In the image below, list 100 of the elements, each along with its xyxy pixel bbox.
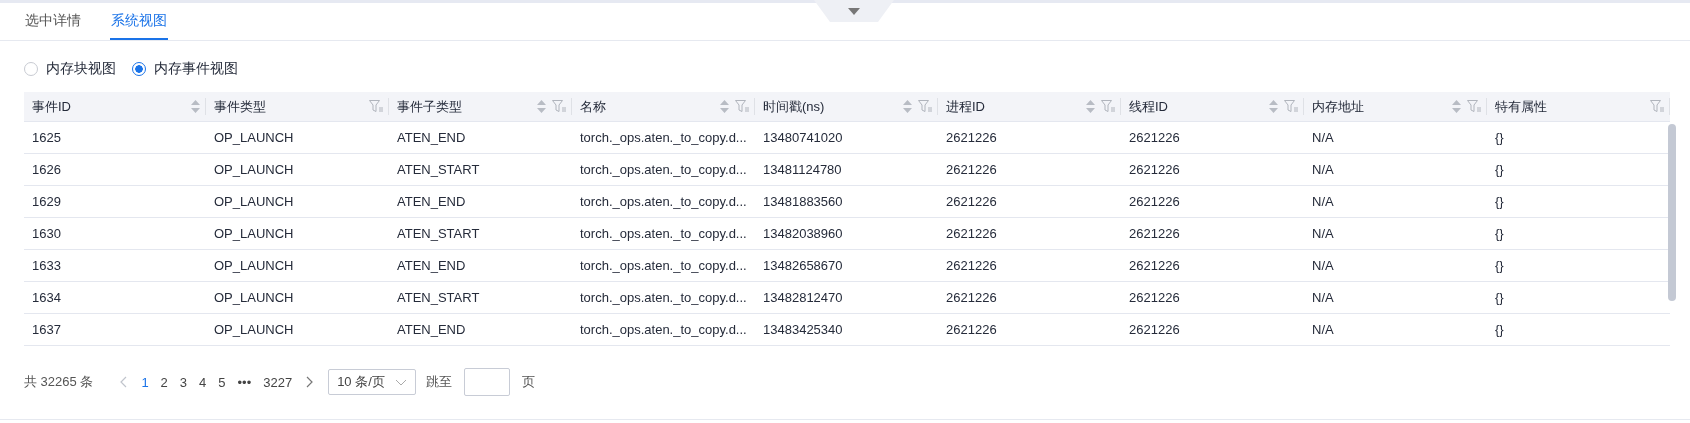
column-header[interactable]: 事件子类型	[397, 97, 537, 116]
table-cell-text: torch._ops.aten._to_copy.d...	[579, 290, 748, 305]
table-cell-text: ATEN_END	[396, 322, 467, 337]
filter-icon[interactable]	[735, 100, 749, 113]
page-link[interactable]: 3	[173, 374, 194, 390]
total-count: 共 32265 条	[24, 373, 94, 391]
sort-icon[interactable]	[1269, 100, 1278, 113]
page-link[interactable]: 3227	[257, 374, 299, 390]
table-cell-text: 2621226	[945, 258, 998, 273]
table-cell-text: N/A	[1311, 194, 1335, 209]
page-link[interactable]: 1	[135, 374, 155, 390]
table-cell-text: 2621226	[945, 162, 998, 177]
table-cell-text: 13481124780	[762, 162, 843, 177]
page-link[interactable]: 5	[212, 374, 232, 390]
column-header[interactable]: 线程ID	[1129, 97, 1269, 116]
table-cell-text: {}	[1494, 322, 1505, 337]
previous-page-icon[interactable]	[119, 376, 128, 388]
sort-icon[interactable]	[1086, 100, 1095, 113]
filter-icon[interactable]	[552, 100, 566, 113]
table-cell-text: torch._ops.aten._to_copy.d...	[579, 322, 748, 337]
radio-option[interactable]: 内存事件视图	[132, 60, 238, 78]
column-header[interactable]: 内存地址	[1312, 97, 1452, 116]
table-cell-text: 1626	[31, 162, 62, 177]
table-cell-text: 2621226	[945, 290, 998, 305]
column-header[interactable]: 事件ID	[32, 97, 191, 116]
table-cell-text: OP_LAUNCH	[213, 130, 295, 145]
table-cell-text: torch._ops.aten._to_copy.d...	[579, 194, 748, 209]
table-cell-text: torch._ops.aten._to_copy.d...	[579, 162, 748, 177]
table-cell-text: 1625	[31, 130, 62, 145]
caret-down-icon	[848, 7, 860, 15]
table-cell-text: OP_LAUNCH	[213, 322, 295, 337]
filter-icon[interactable]	[918, 100, 932, 113]
table-cell-text: {}	[1494, 194, 1505, 209]
table-cell-text: torch._ops.aten._to_copy.d...	[579, 258, 748, 273]
filter-icon[interactable]	[1284, 100, 1298, 113]
table-cell-text: OP_LAUNCH	[213, 290, 295, 305]
filter-icon[interactable]	[1650, 100, 1664, 113]
table-cell-text: 13480741020	[762, 130, 844, 145]
table-cell-text: 2621226	[1128, 322, 1181, 337]
column-header[interactable]: 事件类型	[214, 97, 369, 116]
table-cell-text: 13482038960	[762, 226, 844, 241]
table-cell-text: 13482812470	[762, 290, 844, 305]
radio-label: 内存块视图	[46, 60, 116, 78]
table-cell-text: 1637	[31, 322, 62, 337]
table-cell-text: {}	[1494, 162, 1505, 177]
filter-icon[interactable]	[1101, 100, 1115, 113]
table-cell-text: N/A	[1311, 162, 1335, 177]
column-header[interactable]: 时间戳(ns)	[763, 97, 903, 116]
table-cell-text: N/A	[1311, 226, 1335, 241]
scrollbar-thumb[interactable]	[1668, 124, 1676, 301]
tab[interactable]: 系统视图	[110, 12, 168, 40]
table-cell-text: 2621226	[945, 322, 998, 337]
column-header[interactable]: 特有属性	[1495, 97, 1650, 116]
sort-icon[interactable]	[191, 100, 200, 113]
table-cell-text: 2621226	[945, 130, 998, 145]
page-link[interactable]: 2	[154, 374, 174, 390]
sort-icon[interactable]	[537, 100, 546, 113]
sort-icon[interactable]	[1452, 100, 1461, 113]
page-input[interactable]	[463, 368, 510, 396]
table-cell-text: 2621226	[1128, 290, 1181, 305]
table-cell-text: 13481883560	[762, 194, 844, 209]
sort-icon[interactable]	[720, 100, 729, 113]
table-cell-text: 2621226	[1128, 130, 1181, 145]
table-cell-text: 2621226	[945, 226, 998, 241]
page-unit: 页	[521, 373, 535, 391]
table-cell-text: 2621226	[1128, 226, 1181, 241]
tab[interactable]: 选中详情	[24, 12, 82, 40]
column-header[interactable]: 名称	[580, 97, 720, 116]
page-link[interactable]: 4	[193, 374, 213, 390]
table-cell-text: 2621226	[1128, 194, 1181, 209]
radio-button[interactable]	[132, 62, 146, 76]
page-size-select[interactable]: 10 条/页	[328, 369, 416, 395]
table-cell-text: 2621226	[1128, 258, 1181, 273]
table-cell-text: 1634	[31, 290, 62, 305]
table-cell-text: 2621226	[945, 194, 998, 209]
next-page-icon[interactable]	[306, 376, 315, 388]
column-header[interactable]: 进程ID	[946, 97, 1086, 116]
table-cell-text: ATEN_END	[396, 130, 467, 145]
table-cell-text: ATEN_START	[396, 226, 481, 241]
filter-icon[interactable]	[1467, 100, 1481, 113]
table-cell-text: N/A	[1311, 258, 1335, 273]
sort-icon[interactable]	[903, 100, 912, 113]
table-cell-text: ATEN_START	[396, 290, 481, 305]
table-cell-text: 1630	[31, 226, 62, 241]
table-cell-text: OP_LAUNCH	[213, 162, 295, 177]
table-cell-text: 13483425340	[762, 322, 844, 337]
table-cell-text: ATEN_START	[396, 162, 481, 177]
chevron-down-icon	[394, 378, 407, 386]
page-link[interactable]: •••	[231, 374, 258, 390]
table-cell-text: 1629	[31, 194, 62, 209]
radio-label: 内存事件视图	[154, 60, 238, 78]
table-cell-text: N/A	[1311, 322, 1335, 337]
table-cell-text: {}	[1494, 290, 1505, 305]
table-cell-text: OP_LAUNCH	[213, 226, 295, 241]
jump-label: 跳至	[425, 373, 452, 391]
table-cell-text: N/A	[1311, 130, 1335, 145]
radio-option[interactable]: 内存块视图	[24, 60, 116, 78]
filter-icon[interactable]	[369, 100, 383, 113]
table-cell-text: OP_LAUNCH	[213, 194, 295, 209]
table-cell-text: torch._ops.aten._to_copy.d...	[579, 130, 748, 145]
